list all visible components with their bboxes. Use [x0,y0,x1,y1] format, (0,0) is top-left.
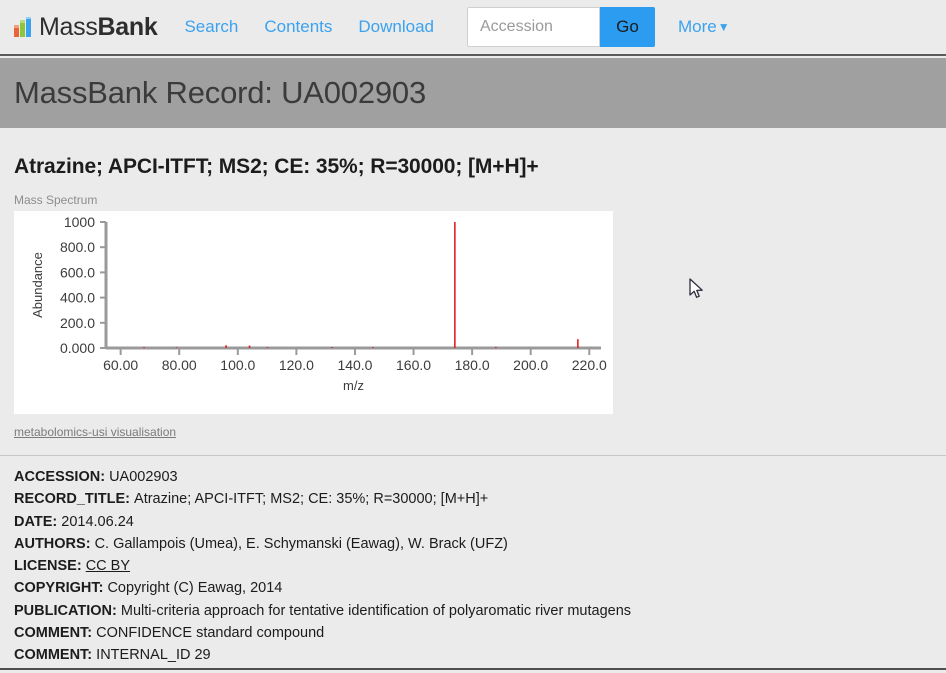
brand-home-link[interactable]: MassBank [14,12,158,42]
y-tick-label: 400.0 [60,290,95,306]
metadata-row: COPYRIGHT: Copyright (C) Eawag, 2014 [14,577,934,599]
metadata-value: Copyright (C) Eawag, 2014 [107,580,283,597]
metadata-value: INTERNAL_ID 29 [96,647,211,664]
record-banner: MassBank Record: UA002903 [0,58,946,128]
y-tick-label: 1000 [64,214,95,230]
brand-name-bold: Bank [97,12,158,41]
y-axis-tick-labels: 0.000 200.0 400.0 600.0 800.0 1000 [60,214,95,356]
nav-link-search[interactable]: Search [184,17,238,37]
bar-chart-logo-icon [14,17,31,37]
search-go-button[interactable]: Go [600,7,655,47]
metadata-row: PUBLICATION: Multi-criteria approach for… [14,600,934,622]
x-axis-title: m/z [343,378,364,393]
nav-more-label: More [678,17,717,36]
x-tick-label: 60.00 [103,357,138,373]
nav-more-dropdown[interactable]: More ▼ [678,17,730,37]
spectrum-peaks [143,222,579,348]
navbar: MassBank Search Contents Download Go Mor… [0,0,946,56]
metadata-key: ACCESSION: [14,469,110,485]
record-metadata-list: ACCESSION: UA002903 RECORD_TITLE: Atrazin… [14,466,934,667]
metadata-row: LICENSE: CC BY [14,555,934,577]
metadata-row: RECORD_TITLE: Atrazine; APCI-ITFT; MS2; … [14,488,934,510]
spectrum-title: Atrazine; APCI-ITFT; MS2; CE: 35%; R=300… [14,155,539,178]
x-tick-label: 120.0 [279,357,314,373]
brand-name-light: Mass [39,12,98,41]
metadata-key: COMMENT: [14,647,97,664]
x-tick-label: 180.0 [455,357,490,373]
main-content: Atrazine; APCI-ITFT; MS2; CE: 35%; R=300… [0,128,946,673]
metadata-value: Atrazine; APCI-ITFT; MS2; CE: 35%; R=300… [134,491,489,508]
metadata-row: COMMENT: INTERNAL_ID 29 [14,644,934,666]
y-tick-label: 800.0 [60,239,95,255]
mass-spectrum-label: Mass Spectrum [14,193,98,207]
primary-nav: Search Contents Download [184,17,460,37]
chevron-down-icon: ▼ [717,20,730,34]
metadata-key: PUBLICATION: [14,602,121,619]
y-axis-title: Abundance [30,252,45,318]
x-axis-tick-labels: 60.00 80.00 100.0 120.0 140.0 160.0 180.0 200.0… [103,357,607,373]
nav-link-contents[interactable]: Contents [264,17,332,37]
brand-name: MassBank [39,12,158,42]
x-tick-label: 160.0 [396,357,431,373]
x-tick-label: 80.00 [162,357,197,373]
search-form: Go [467,7,655,47]
metadata-row: DATE: 2014.06.24 [14,511,934,533]
metadata-value: Multi-criteria approach for tentative id… [120,602,632,619]
page-root: MassBank Search Contents Download Go Mor… [0,0,946,673]
y-tick-label: 200.0 [60,315,95,331]
y-tick-label: 600.0 [60,264,95,280]
metadata-key: LICENSE: [14,558,86,575]
metadata-row: ACCESSION: UA002903 [14,466,934,488]
accession-search-input[interactable] [467,7,600,47]
x-tick-label: 220.0 [572,357,607,373]
x-tick-label: 200.0 [513,357,548,373]
mass-spectrum-chart[interactable]: 0.000 200.0 400.0 600.0 800.0 1000 60.00 80.00… [14,211,613,414]
metadata-key: AUTHORS: [14,535,95,552]
x-tick-label: 140.0 [337,357,372,373]
nav-link-download[interactable]: Download [358,17,434,37]
metadata-value: 2014.06.24 [61,513,134,530]
mass-spectrum-plot: 0.000 200.0 400.0 600.0 800.0 1000 60.00 80.00… [30,214,607,393]
metadata-key: COPYRIGHT: [14,580,108,597]
page-title: MassBank Record: UA002903 [14,75,427,110]
x-tick-label: 100.0 [220,357,255,373]
metadata-key: COMMENT: [14,625,97,642]
metabolomics-usi-link[interactable]: metabolomics-usi visualisation [14,425,176,439]
metadata-key: DATE: [14,513,62,530]
metadata-value-link[interactable]: CC BY [86,558,130,574]
metadata-row: AUTHORS: C. Gallampois (Umea), E. Schyma… [14,533,934,555]
metadata-row: COMMENT: CONFIDENCE standard compound [14,622,934,644]
metadata-value: UA002903 [109,469,178,485]
section-divider [0,455,946,456]
metadata-value: CONFIDENCE standard compound [96,625,325,642]
metadata-key: RECORD_TITLE: [14,491,135,508]
metadata-value: C. Gallampois (Umea), E. Schymanski (Eaw… [94,535,508,552]
y-tick-label: 0.000 [60,340,95,356]
footer-rule [0,668,946,670]
